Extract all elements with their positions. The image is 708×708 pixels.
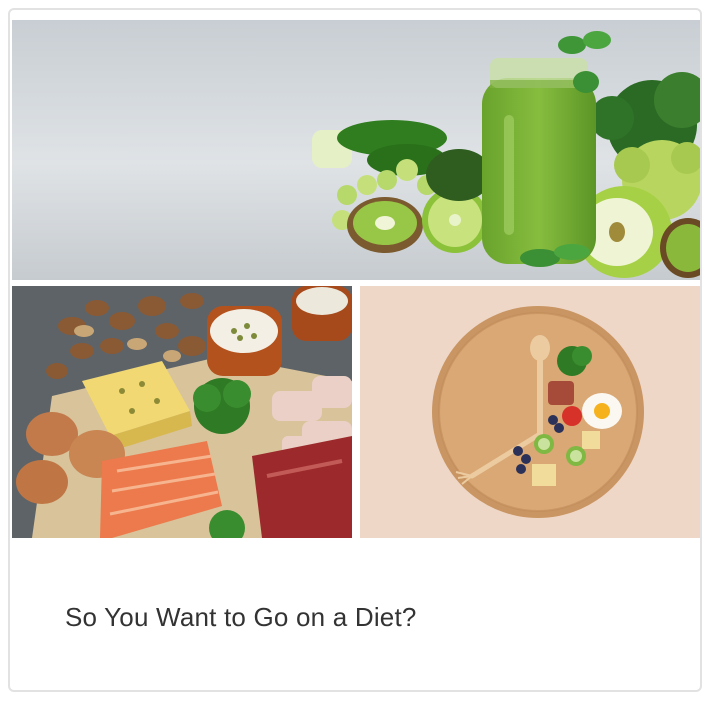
green-smoothie-and-vegetables-image[interactable] xyxy=(12,20,700,280)
card-title[interactable]: So You Want to Go on a Diet? xyxy=(65,602,417,633)
keto-foods-image[interactable] xyxy=(12,286,352,538)
article-card[interactable]: So You Want to Go on a Diet? xyxy=(8,8,702,692)
plate-clock-image[interactable] xyxy=(360,286,700,538)
